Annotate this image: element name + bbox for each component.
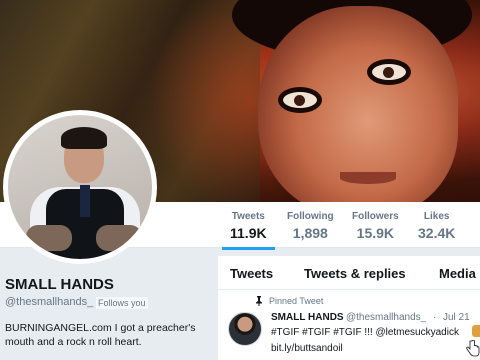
stat-value: 11.9K bbox=[230, 225, 267, 241]
timeline-panel: Tweets Tweets & replies Media Pinned Twe… bbox=[218, 256, 480, 360]
tweet-author-handle[interactable]: @thesmallhands_ bbox=[346, 312, 426, 323]
tweet-date[interactable]: Jul 21 bbox=[443, 312, 470, 323]
banner-mouth bbox=[340, 172, 396, 184]
stat-value: 15.9K bbox=[356, 225, 395, 241]
tweet-separator: · bbox=[433, 312, 437, 323]
tweet-author-name[interactable]: SMALL HANDS bbox=[271, 312, 344, 323]
follows-you-badge: Follows you bbox=[96, 297, 148, 309]
stat-followers[interactable]: Followers 15.9K bbox=[352, 211, 399, 241]
tab-media[interactable]: Media bbox=[439, 266, 476, 281]
tweet-text: #TGIF #TGIF #TGIF !!! @letmesuckyadick bbox=[271, 327, 459, 338]
profile-name[interactable]: SMALL HANDS bbox=[5, 276, 114, 293]
banner-eye-right bbox=[372, 64, 406, 80]
emoji-icon bbox=[472, 325, 480, 337]
stat-tweets[interactable]: Tweets 11.9K bbox=[222, 211, 275, 250]
profile-avatar[interactable] bbox=[3, 110, 157, 264]
tab-tweets-replies[interactable]: Tweets & replies bbox=[304, 266, 406, 281]
stat-label: Likes bbox=[423, 211, 450, 222]
stat-label: Followers bbox=[352, 211, 399, 222]
banner-eye-left bbox=[283, 92, 317, 108]
stat-value: 1,898 bbox=[292, 225, 328, 241]
profile-handle[interactable]: @thesmallhands_ bbox=[5, 296, 93, 308]
stat-value: 32.4K bbox=[418, 225, 456, 241]
stat-likes[interactable]: Likes 32.4K bbox=[418, 211, 455, 241]
tweet-link[interactable]: bit.ly/buttsandoil bbox=[271, 343, 343, 354]
profile-page: Tweets 11.9K Following 1,898 Followers 1… bbox=[0, 0, 480, 360]
stat-label: Tweets bbox=[231, 211, 265, 222]
tab-tweets[interactable]: Tweets bbox=[230, 266, 273, 281]
timeline-tabs: Tweets Tweets & replies Media bbox=[218, 256, 480, 290]
profile-bio: BURNINGANGEL.com I got a preacher's mout… bbox=[5, 322, 196, 348]
hand-cursor-icon bbox=[466, 340, 480, 357]
pin-icon bbox=[256, 296, 262, 306]
pinned-tweet-label: Pinned Tweet bbox=[269, 296, 324, 306]
stat-label: Following bbox=[287, 211, 334, 222]
tweet-avatar[interactable] bbox=[228, 312, 262, 346]
stat-following[interactable]: Following 1,898 bbox=[287, 211, 334, 241]
